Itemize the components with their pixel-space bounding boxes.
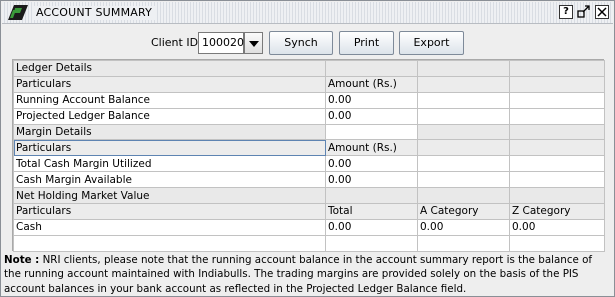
cell-cash-a-category[interactable]: 0.00 (417, 218, 510, 236)
restore-button[interactable] (577, 5, 591, 19)
account-summary-window: ACCOUNT SUMMARY ? Client ID: 100020 Sync… (0, 0, 615, 297)
section-title-ledger: Ledger Details (13, 60, 326, 77)
client-id-label: Client ID: (151, 36, 202, 49)
print-button[interactable]: Print (339, 31, 394, 55)
note-prefix: Note : (4, 254, 40, 266)
chevron-down-icon (249, 41, 259, 47)
note-text: NRI clients, please note that the runnin… (4, 254, 593, 295)
cell-projected-balance-value[interactable]: 0.00 (325, 107, 418, 125)
cell-running-balance-label[interactable]: Running Account Balance (13, 91, 326, 109)
table-row: Ledger Details (13, 60, 605, 77)
table-row[interactable]: Projected Ledger Balance 0.00 (13, 107, 605, 125)
table-row: Net Holding Market Value (13, 187, 605, 205)
table-row[interactable] (13, 234, 605, 252)
table-row[interactable]: Cash Margin Available 0.00 (13, 171, 605, 189)
cell-cash-margin-available-label[interactable]: Cash Margin Available (13, 171, 326, 189)
close-button[interactable] (595, 5, 609, 19)
export-button[interactable]: Export (399, 31, 464, 55)
table-row: Particulars Total A Category Z Category (13, 203, 605, 220)
table-row[interactable]: Cash 0.00 0.00 0.00 (13, 218, 605, 236)
window-title: ACCOUNT SUMMARY (33, 6, 156, 20)
table-row[interactable]: Running Account Balance 0.00 (13, 91, 605, 109)
nri-note: Note : NRI clients, please note that the… (4, 253, 612, 296)
cell-cash-total[interactable]: 0.00 (325, 218, 418, 236)
column-header-total: Total (325, 203, 418, 220)
cell-cash-z-category[interactable]: 0.00 (509, 218, 605, 236)
column-header-amount: Amount (Rs.) (325, 75, 418, 93)
account-summary-grid: Ledger Details Particulars Amount (Rs.) … (12, 59, 605, 252)
cell-total-cash-margin-label[interactable]: Total Cash Margin Utilized (13, 155, 326, 173)
cell-running-balance-value[interactable]: 0.00 (325, 91, 418, 109)
column-header-particulars: Particulars (13, 75, 326, 93)
column-header-z-category: Z Category (509, 203, 605, 220)
app-logo-icon (8, 5, 28, 20)
help-button[interactable]: ? (559, 5, 573, 19)
cell-cash-label[interactable]: Cash (13, 218, 326, 236)
client-id-field[interactable]: 100020 (198, 32, 244, 54)
column-header-a-category: A Category (417, 203, 510, 220)
close-icon (597, 7, 607, 17)
table-row: Particulars Amount (Rs.) (13, 139, 605, 157)
section-title-holding: Net Holding Market Value (13, 187, 326, 205)
client-id-dropdown-button[interactable] (244, 32, 263, 54)
table-row: Margin Details (13, 123, 605, 141)
cell-cash-margin-available-value[interactable]: 0.00 (325, 171, 418, 189)
column-header-particulars[interactable]: Particulars (13, 139, 326, 157)
synch-button[interactable]: Synch (269, 31, 333, 55)
table-row: Particulars Amount (Rs.) (13, 75, 605, 93)
section-title-margin: Margin Details (13, 123, 326, 141)
column-header-amount: Amount (Rs.) (325, 139, 418, 157)
column-header-particulars: Particulars (13, 203, 326, 220)
cell-projected-balance-label[interactable]: Projected Ledger Balance (13, 107, 326, 125)
toolbar: Client ID: 100020 Synch Print Export (1, 30, 614, 56)
restore-icon (577, 5, 590, 18)
cell-total-cash-margin-value[interactable]: 0.00 (325, 155, 418, 173)
table-row[interactable]: Total Cash Margin Utilized 0.00 (13, 155, 605, 173)
title-bar[interactable]: ACCOUNT SUMMARY ? (2, 2, 613, 24)
